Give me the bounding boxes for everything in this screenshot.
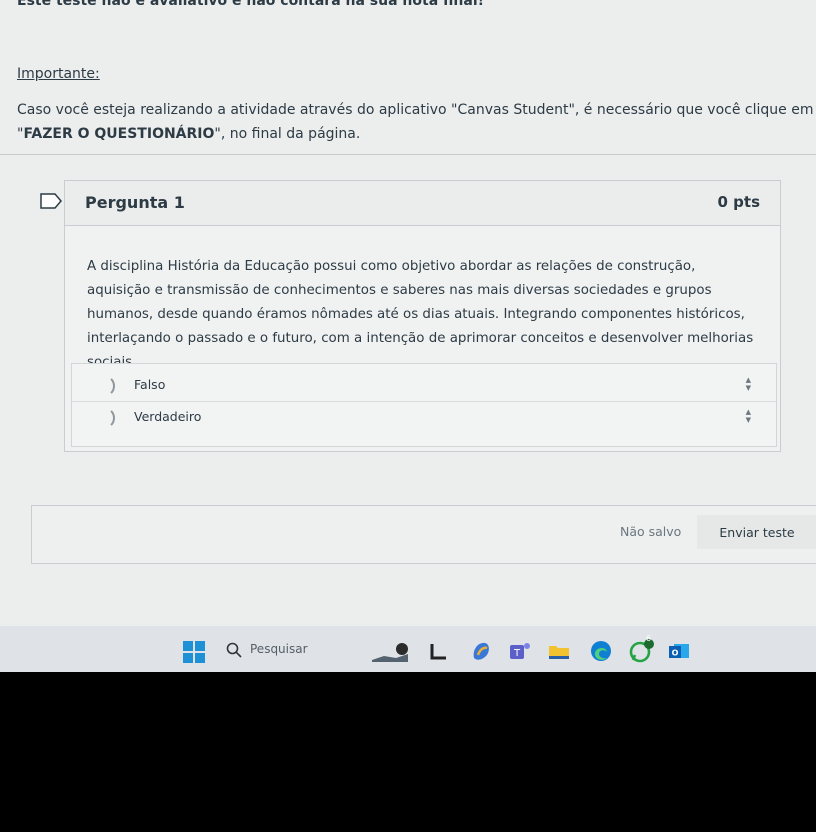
submit-quiz-button[interactable]: Enviar teste: [697, 515, 816, 549]
question-card: Pergunta 1 0 pts A disciplina História d…: [64, 180, 781, 452]
answer-label[interactable]: Falso: [134, 377, 165, 392]
news-widget-icon[interactable]: [370, 638, 410, 664]
flag-question-icon[interactable]: [40, 193, 62, 209]
answer-option-verdadeiro[interactable]: Verdadeiro ▲ ▼: [72, 401, 776, 432]
sort-arrows-icon: ▲ ▼: [745, 408, 751, 424]
question-title: Pergunta 1: [85, 193, 185, 212]
answer-label[interactable]: Verdadeiro: [134, 409, 201, 424]
question-header: Pergunta 1 0 pts: [65, 181, 780, 226]
instructions-bold: FAZER O QUESTIONÁRIO: [23, 126, 215, 142]
sort-arrows-icon: ▲ ▼: [745, 376, 751, 392]
task-view-icon[interactable]: [426, 638, 452, 664]
browser-viewport: Este teste não é avaliativo e não contar…: [0, 0, 816, 672]
save-status: Não salvo: [620, 524, 682, 539]
svg-text:O: O: [672, 649, 679, 658]
outlook-icon[interactable]: O: [666, 638, 692, 664]
instructions-text-end: ", no final da página.: [214, 126, 361, 142]
file-explorer-icon[interactable]: [546, 638, 572, 664]
copilot-icon[interactable]: [468, 638, 494, 664]
section-divider: [0, 154, 816, 155]
quiz-notice: Este teste não é avaliativo e não contar…: [17, 0, 484, 9]
radio-button[interactable]: [93, 375, 115, 397]
taskbar-search-input[interactable]: Pesquisar: [250, 642, 308, 656]
radio-button[interactable]: [93, 407, 115, 429]
teams-icon[interactable]: T: [506, 638, 532, 664]
svg-text:T: T: [513, 648, 521, 659]
notification-badge: 6: [646, 634, 652, 643]
important-label: Importante:: [17, 66, 100, 82]
edge-browser-icon[interactable]: [588, 638, 614, 664]
instructions-paragraph: Caso você esteja realizando a atividade …: [17, 98, 816, 146]
question-text: A disciplina História da Educação possui…: [87, 259, 754, 370]
question-points: 0 pts: [717, 193, 761, 211]
answer-list: Falso ▲ ▼ Verdadeiro ▲ ▼: [71, 363, 777, 447]
quiz-footer: Não salvo Enviar teste: [31, 505, 816, 564]
windows-taskbar: Pesquisar T 6 O: [0, 626, 816, 672]
search-icon[interactable]: [226, 642, 242, 658]
windows-start-icon[interactable]: [183, 641, 205, 663]
monitor-bezel: [0, 672, 816, 832]
answer-option-falso[interactable]: Falso ▲ ▼: [72, 370, 776, 400]
